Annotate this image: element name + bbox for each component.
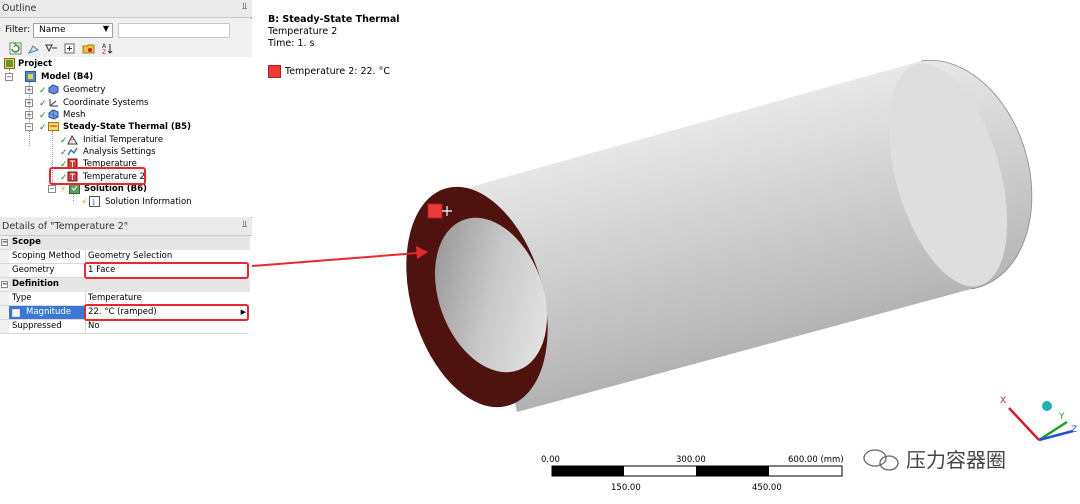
mechanical-app: Outline ⫫ Filter: Name ▼ A Z Project − M… <box>0 0 1080 504</box>
annotation-arrow <box>251 246 428 267</box>
arrow-head <box>416 246 428 259</box>
arrow-line <box>251 252 419 267</box>
